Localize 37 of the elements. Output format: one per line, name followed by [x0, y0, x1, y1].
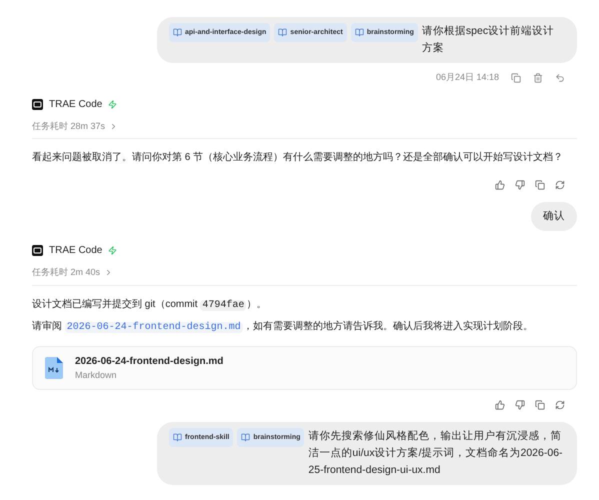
message-text: 确认	[543, 209, 565, 224]
book-icon	[241, 433, 250, 442]
regenerate-icon[interactable]	[555, 400, 565, 410]
bolt-icon	[108, 246, 118, 255]
message-time: 06月24日 14:18	[436, 71, 499, 84]
message-text: 请你先搜索修仙风格配色，输出让用户有沉浸感，简洁一点的ui/ux设计方案/提示词，文档命名为2026-06-25-frontend-design-ui-ux.md	[308, 429, 564, 478]
agent-name: TRAE Code	[49, 244, 102, 258]
copy-icon[interactable]	[535, 400, 545, 410]
markdown-file-icon	[45, 356, 63, 379]
copy-icon[interactable]	[535, 180, 545, 190]
thumbs-down-icon[interactable]	[515, 180, 525, 190]
response-text: 设计文档已编写并提交到 git（commit 4794fae ）。	[32, 298, 268, 312]
copy-icon[interactable]	[511, 72, 521, 83]
delete-icon[interactable]	[533, 72, 543, 83]
book-icon	[173, 28, 182, 37]
logo-icon	[32, 245, 43, 256]
task-duration: 任务耗时 28m 37s	[32, 120, 106, 132]
file-link[interactable]: 2026-06-24-frontend-design.md	[64, 322, 243, 332]
thumbs-up-icon[interactable]	[495, 180, 505, 190]
regenerate-icon[interactable]	[555, 180, 565, 190]
response-text: 看起来问题被取消了。请问你对第 6 节（核心业务流程）有什么需要调整的地方吗？还是全部确认可以开始写设计文档？	[32, 150, 564, 165]
book-icon	[278, 28, 288, 37]
response-text: 请审阅 2026-06-24-frontend-design.md ，如有需要调整的地方请告诉我。确认后我将进入实现计划阶段。	[32, 320, 534, 334]
thumbs-up-icon[interactable]	[495, 400, 505, 410]
book-icon	[354, 28, 364, 37]
book-icon	[173, 433, 182, 442]
inline-code: 4794fae	[200, 300, 246, 310]
undo-icon[interactable]	[555, 72, 565, 83]
message-text: 请你根据spec设计前端设计方案	[422, 24, 556, 56]
bolt-icon	[108, 100, 118, 108]
file-name: 2026-06-24-frontend-design.md	[75, 354, 224, 368]
logo-icon	[32, 98, 43, 110]
file-card[interactable]: 2026-06-24-frontend-design.md Markdown	[32, 346, 577, 390]
agent-name: TRAE Code	[49, 98, 102, 112]
file-type: Markdown	[75, 368, 118, 382]
task-duration: 任务耗时 2m 40s	[32, 266, 100, 279]
thumbs-down-icon[interactable]	[515, 400, 525, 410]
